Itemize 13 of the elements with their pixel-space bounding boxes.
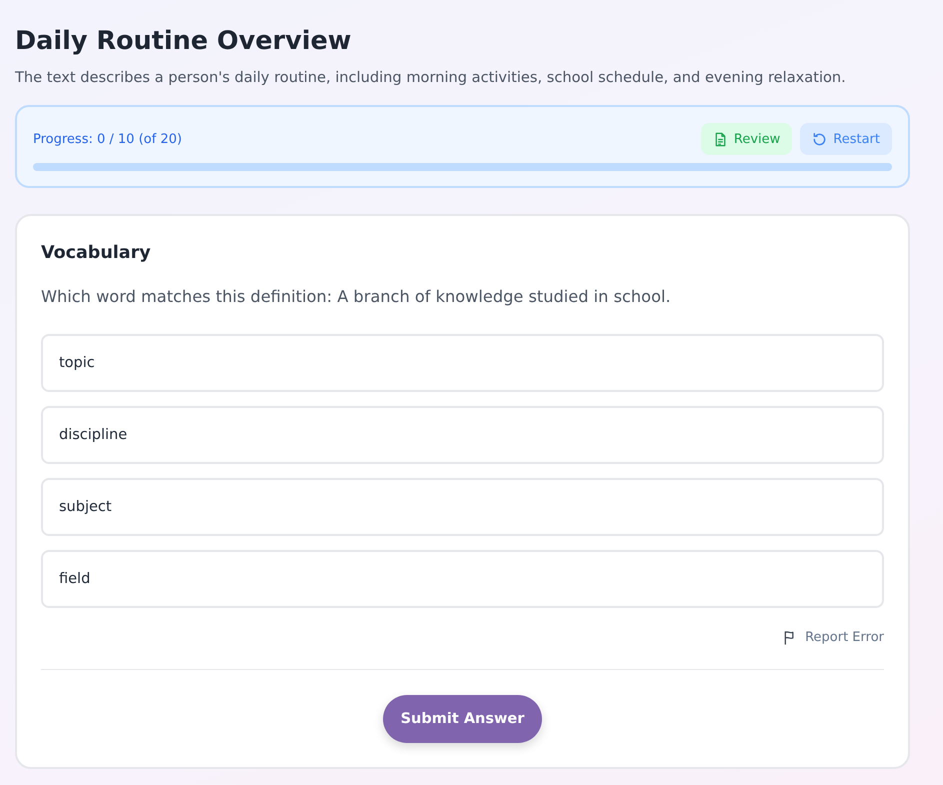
document-icon	[712, 132, 728, 146]
answer-option[interactable]: discipline	[41, 406, 884, 464]
progress-label: Progress: 0 / 10 (of 20)	[33, 132, 182, 146]
restart-icon	[812, 132, 828, 146]
submit-answer-button[interactable]: Submit Answer	[382, 695, 542, 743]
question-category: Vocabulary	[41, 242, 152, 265]
answer-option[interactable]: field	[41, 550, 884, 608]
page-description: The text describes a person's daily routine, including morning activities, school schedule, and evening relaxation.	[15, 68, 847, 88]
answer-option[interactable]: subject	[41, 478, 884, 536]
question-prompt: Which word matches this definition: A branch of knowledge studied in school.	[41, 286, 672, 308]
report-error-link[interactable]: Report Error	[783, 630, 884, 645]
answer-option[interactable]: topic	[41, 334, 884, 392]
page-title: Daily Routine Overview	[15, 25, 352, 58]
